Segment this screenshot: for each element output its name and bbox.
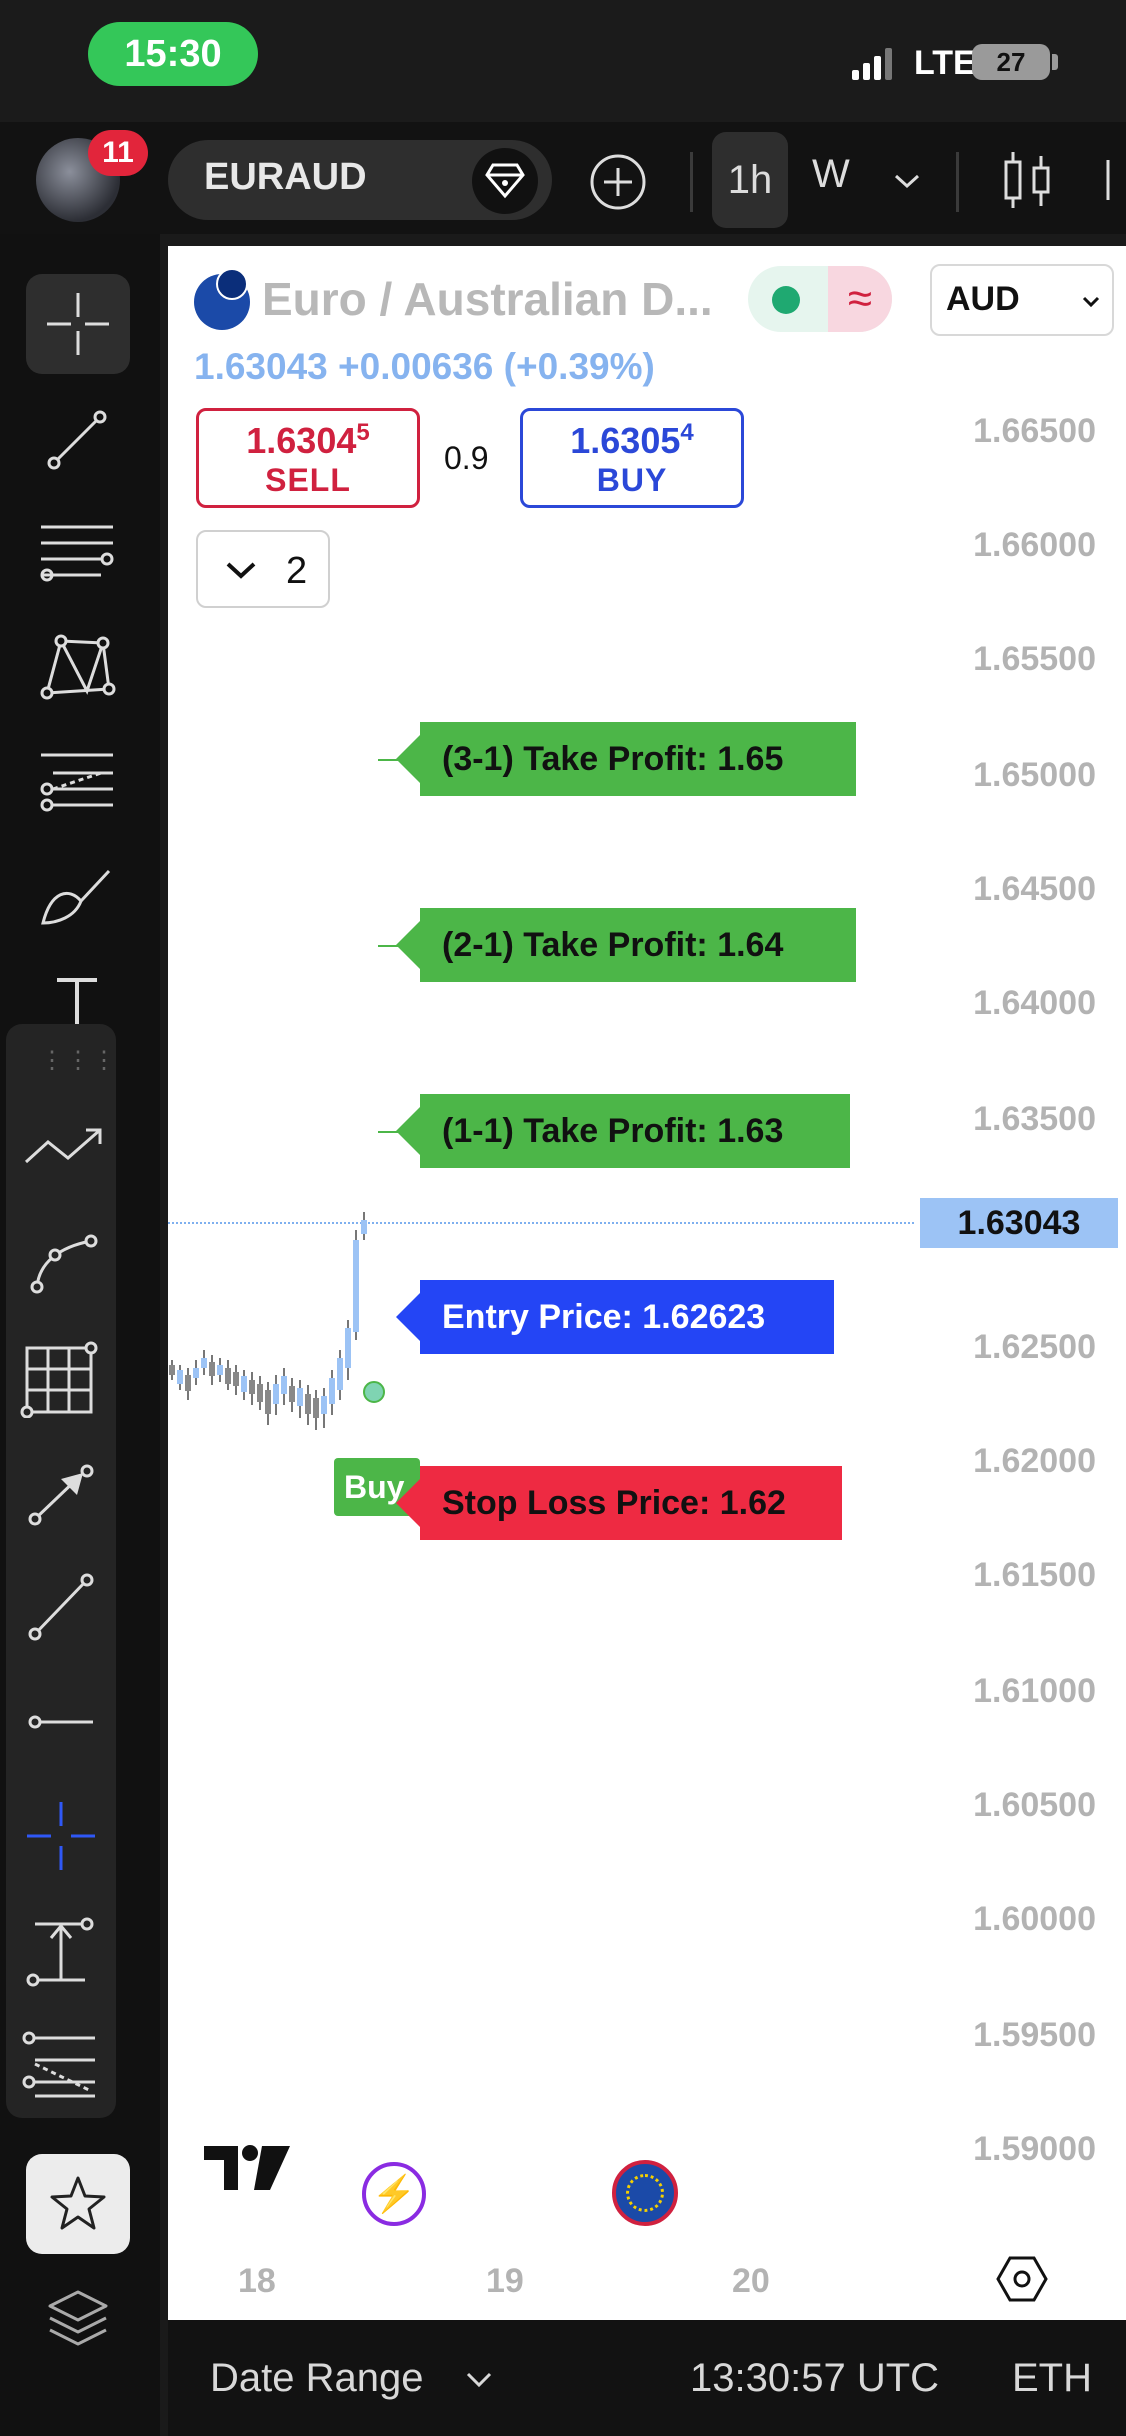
eu-event-icon[interactable] bbox=[612, 2160, 678, 2226]
symbol-title[interactable]: Euro / Australian D... bbox=[262, 272, 742, 326]
orders-count: 2 bbox=[286, 550, 308, 592]
pattern-icon[interactable] bbox=[22, 616, 132, 716]
price-axis-label: 1.60000 bbox=[973, 1900, 1096, 1938]
signal-icon bbox=[852, 48, 892, 80]
currency-select[interactable]: AUD bbox=[930, 264, 1114, 336]
price-axis-label: 1.64500 bbox=[973, 870, 1096, 908]
chevron-down-icon[interactable] bbox=[890, 164, 924, 198]
crosshair-blue-icon[interactable] bbox=[6, 1786, 116, 1886]
symbol-name: EURAUD bbox=[204, 156, 367, 198]
price-candles bbox=[169, 1212, 385, 1430]
curve-icon[interactable] bbox=[10, 1214, 120, 1314]
session-button[interactable]: ETH bbox=[1012, 2356, 1092, 2401]
entry-price-label[interactable]: Entry Price: 1.62623 bbox=[396, 1280, 834, 1354]
eu-flag-icon bbox=[194, 268, 250, 330]
favorites-button[interactable] bbox=[26, 2154, 130, 2254]
date-range-button[interactable]: Date Range bbox=[210, 2356, 423, 2401]
sell-label: SELL bbox=[265, 462, 351, 498]
crosshair-icon[interactable] bbox=[26, 274, 130, 374]
regression-icon[interactable] bbox=[6, 2014, 116, 2114]
network-type: LTE bbox=[914, 44, 976, 82]
utc-clock[interactable]: 13:30:57 UTC bbox=[690, 2356, 939, 2401]
interval-1h-button[interactable]: 1h bbox=[712, 132, 788, 228]
date-axis-label: 19 bbox=[486, 2262, 524, 2300]
price-axis-label: 1.66500 bbox=[973, 412, 1096, 450]
take-profit-3-label[interactable]: (3-1) Take Profit: 1.65 bbox=[396, 722, 856, 796]
price-axis-label: 1.64000 bbox=[973, 984, 1096, 1022]
delayed-data-icon: ≈ bbox=[828, 266, 892, 332]
toolbar-divider bbox=[690, 152, 693, 212]
price-axis-label: 1.62000 bbox=[973, 1442, 1096, 1480]
date-axis-label: 20 bbox=[732, 2262, 770, 2300]
price-axis-label: 1.61000 bbox=[973, 1672, 1096, 1710]
arrow-icon[interactable] bbox=[6, 1446, 116, 1546]
grid-icon[interactable] bbox=[6, 1328, 116, 1428]
parallel-channel-icon[interactable] bbox=[22, 500, 132, 600]
diamond-icon[interactable] bbox=[472, 148, 538, 214]
chevron-down-icon bbox=[226, 562, 256, 579]
notification-badge: 11 bbox=[88, 130, 148, 176]
last-price-label: 1.63043 bbox=[920, 1198, 1118, 1248]
add-symbol-button[interactable] bbox=[588, 152, 648, 212]
buy-button[interactable]: 1.63054 BUY bbox=[520, 408, 744, 508]
star-icon bbox=[50, 2176, 106, 2230]
price-axis-label: 1.61500 bbox=[973, 1556, 1096, 1594]
market-status[interactable]: ≈ bbox=[748, 266, 892, 332]
take-profit-1-label[interactable]: (1-1) Take Profit: 1.63 bbox=[396, 1094, 850, 1168]
stop-loss-label[interactable]: Stop Loss Price: 1.62 bbox=[396, 1466, 842, 1540]
drag-handle-icon[interactable]: ⋮⋮⋮ bbox=[40, 1046, 116, 1074]
date-axis-label: 18 bbox=[238, 2262, 276, 2300]
chevron-down-icon[interactable] bbox=[464, 2368, 494, 2392]
trend-line-icon[interactable] bbox=[22, 390, 132, 490]
price-axis-label: 1.66000 bbox=[973, 526, 1096, 564]
measure-icon[interactable] bbox=[6, 1900, 116, 2000]
price-axis-label: 1.60500 bbox=[973, 1786, 1096, 1824]
tradingview-logo bbox=[204, 2145, 290, 2190]
horizontal-line-icon[interactable] bbox=[6, 1672, 116, 1772]
settings-icon[interactable] bbox=[996, 2254, 1048, 2304]
orders-toggle[interactable]: 2 bbox=[196, 530, 330, 608]
buy-price: 1.63054 bbox=[570, 419, 694, 461]
price-axis-label: 1.62500 bbox=[973, 1328, 1096, 1366]
status-time: 15:30 bbox=[88, 22, 258, 86]
interval-w-button[interactable]: W bbox=[812, 152, 850, 197]
sell-price: 1.63045 bbox=[246, 419, 370, 461]
sell-button[interactable]: 1.63045 SELL bbox=[196, 408, 420, 508]
fib-icon[interactable] bbox=[22, 730, 132, 830]
indicators-icon[interactable] bbox=[1100, 150, 1126, 210]
buy-label: BUY bbox=[596, 462, 668, 498]
battery-icon: 27 bbox=[972, 44, 1050, 80]
toolbar-divider bbox=[956, 152, 959, 212]
market-open-icon bbox=[772, 286, 800, 314]
spread-value: 0.9 bbox=[444, 440, 489, 476]
price-axis-label: 1.59500 bbox=[973, 2016, 1096, 2054]
price-axis-label: 1.63500 bbox=[973, 1100, 1096, 1138]
ray-icon[interactable] bbox=[6, 1558, 116, 1658]
price-axis-label: 1.59000 bbox=[973, 2130, 1096, 2168]
chevron-down-icon bbox=[1082, 296, 1100, 308]
candlestick-icon[interactable] bbox=[1000, 148, 1056, 212]
brush-icon[interactable] bbox=[22, 846, 132, 946]
price-axis-label: 1.65000 bbox=[973, 756, 1096, 794]
lightning-event-icon[interactable]: ⚡ bbox=[362, 2162, 426, 2226]
price-axis-label: 1.65500 bbox=[973, 640, 1096, 678]
take-profit-2-label[interactable]: (2-1) Take Profit: 1.64 bbox=[396, 908, 856, 982]
battery-cap bbox=[1052, 54, 1058, 70]
layers-icon[interactable] bbox=[44, 2286, 112, 2354]
price-change: 1.63043 +0.00636 (+0.39%) bbox=[194, 346, 655, 387]
au-flag-icon bbox=[216, 268, 248, 300]
path-icon[interactable] bbox=[10, 1096, 120, 1196]
currency-value: AUD bbox=[946, 280, 1020, 318]
